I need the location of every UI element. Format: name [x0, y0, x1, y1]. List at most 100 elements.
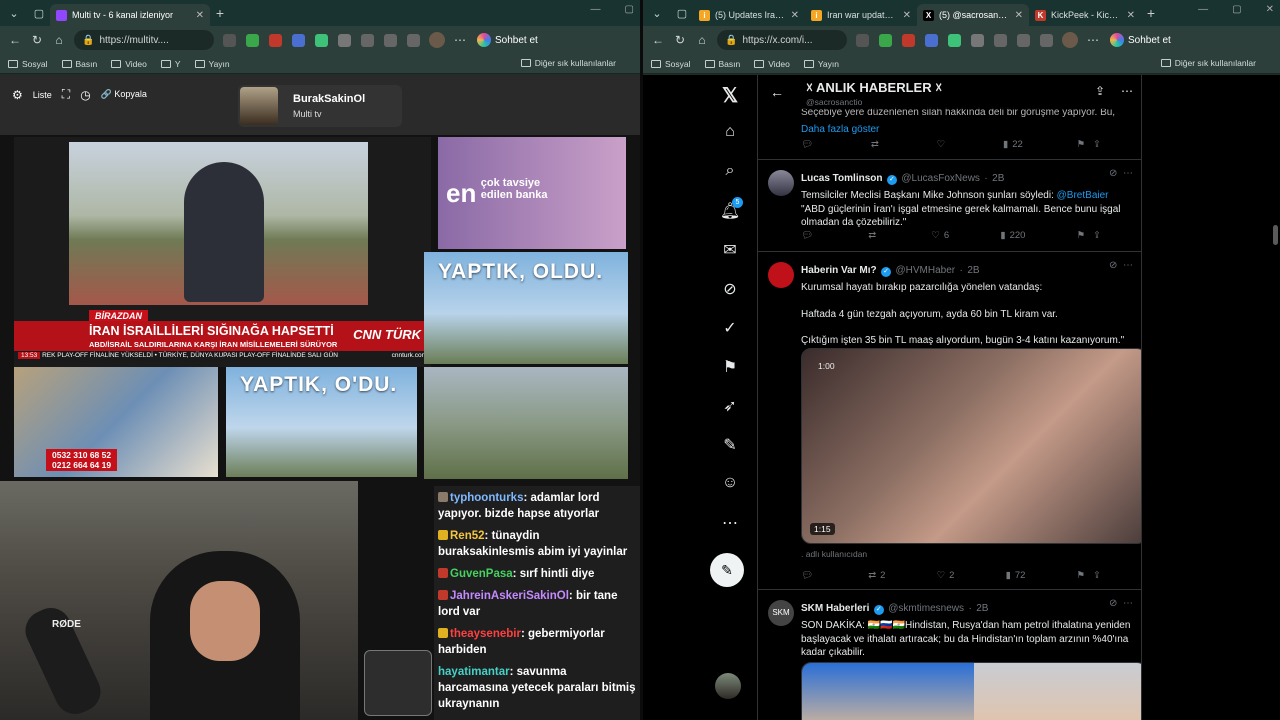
x-logo-icon[interactable]: 𝕏 — [719, 83, 741, 107]
tweet-haberin-var-mi[interactable]: Haberin Var Mı? ✓ @HVMHaber · 2B Kurumsa… — [758, 252, 1141, 590]
author-avatar[interactable] — [768, 262, 794, 288]
new-tab-button[interactable]: + — [210, 5, 230, 21]
workspaces-icon[interactable]: ▢ — [671, 2, 693, 24]
scrollbar-thumb[interactable] — [1273, 225, 1278, 245]
show-more-link[interactable]: Daha fazla göster — [801, 123, 1134, 137]
compose-post-button[interactable]: ✎ — [710, 553, 744, 587]
tab-x-sacrosanctio[interactable]: X (5) @sacrosanctio/X ✕ — [917, 4, 1029, 26]
extension-icon[interactable] — [902, 33, 915, 47]
bookmark-folder-y[interactable]: Y — [160, 59, 181, 69]
extension-icon[interactable] — [879, 33, 892, 47]
address-bar[interactable]: 🔒 https://x.com/i... — [717, 30, 847, 50]
video-tile-city-cams[interactable] — [424, 367, 628, 479]
tab-actions-icon[interactable]: ⌄ — [3, 2, 25, 24]
tab-actions-icon[interactable]: ⌄ — [646, 2, 668, 24]
profile-avatar[interactable] — [1062, 32, 1078, 48]
settings-gear-icon[interactable]: ⚙ — [12, 88, 23, 102]
retweet-button[interactable]: ⇄ — [871, 139, 883, 150]
split-screen-icon[interactable] — [361, 33, 374, 47]
back-icon[interactable]: ← — [4, 33, 26, 47]
chat-username[interactable]: hayatimantar — [438, 666, 510, 678]
address-bar[interactable]: 🔒 https://multitv.... — [74, 30, 214, 50]
chat-username[interactable]: GuvenPasa — [450, 568, 513, 580]
tweet-lucas-tomlinson[interactable]: Lucas Tomlinson ✓ @LucasFoxNews · 2B Tem… — [758, 160, 1141, 252]
maximize-icon[interactable]: ▢ — [625, 4, 634, 15]
like-button[interactable]: ♡ 2 — [937, 570, 955, 581]
extension-icon[interactable] — [292, 33, 305, 47]
new-tab-button[interactable]: + — [1141, 5, 1161, 21]
bookmark-share[interactable]: ⚑ ⇪ — [1077, 570, 1101, 581]
split-screen-icon[interactable] — [994, 33, 1007, 47]
extension-icon[interactable] — [971, 33, 984, 47]
author-handle[interactable]: @LucasFoxNews — [901, 173, 980, 184]
tweet-time[interactable]: 2B — [992, 173, 1004, 184]
retweet-button[interactable]: ⇄ — [868, 230, 880, 241]
retweet-button[interactable]: ⇄ 2 — [868, 570, 885, 581]
bookmark-folder-video[interactable]: Video — [111, 59, 147, 69]
tab-multitv[interactable]: Multi tv - 6 kanal izleniyor ✕ — [50, 4, 210, 26]
share-icon[interactable]: ⇪ — [1095, 84, 1105, 98]
extension-icon[interactable] — [948, 33, 961, 47]
back-arrow-icon[interactable]: ← — [770, 84, 784, 100]
reload-icon[interactable]: ↻ — [26, 33, 48, 47]
video-tile-local-channel[interactable]: 0532 310 68 52 0212 664 64 19 — [14, 367, 218, 477]
back-icon[interactable]: ← — [647, 33, 669, 47]
bookmark-folder-video[interactable]: Video — [754, 59, 790, 69]
minimize-icon[interactable]: — — [591, 4, 601, 15]
close-tab-icon[interactable]: ✕ — [1015, 10, 1023, 21]
video-player[interactable]: 1:00 1:15 — [801, 348, 1141, 544]
copilot-chat-button[interactable]: Sohbet et — [477, 33, 538, 47]
more-options-icon[interactable]: ⋯ — [1121, 84, 1133, 98]
tweet-time[interactable]: 2B — [967, 265, 979, 276]
collections-icon[interactable] — [407, 33, 420, 47]
tweet-image[interactable] — [801, 662, 1141, 720]
author-name[interactable]: Haberin Var Mı? — [801, 265, 877, 276]
author-avatar[interactable] — [768, 170, 794, 196]
views-button[interactable]: ▮ 72 — [1006, 570, 1026, 581]
tweet-menu[interactable]: ⊘ ⋯ — [1109, 598, 1133, 609]
edit-list-icon[interactable]: ✎ — [719, 435, 741, 457]
chat-username[interactable]: Ren52 — [450, 530, 485, 542]
close-window-icon[interactable]: ✕ — [1266, 4, 1274, 15]
tab-iran-updates-1[interactable]: i (5) Updates Iran war ✕ — [693, 4, 805, 26]
like-button[interactable]: ♡ — [937, 139, 950, 150]
extension-icon[interactable] — [856, 33, 869, 47]
notifications-icon[interactable]: 🔔︎ 5 — [719, 197, 743, 223]
author-name[interactable]: Lucas Tomlinson — [801, 173, 883, 184]
home-icon[interactable]: ⌂ — [48, 33, 70, 47]
extension-icon[interactable] — [269, 33, 282, 47]
minimize-icon[interactable]: — — [1198, 4, 1208, 15]
close-tab-icon[interactable]: ✕ — [1127, 10, 1135, 21]
profile-icon[interactable]: ☺ — [719, 474, 741, 496]
extension-icon[interactable] — [315, 33, 328, 47]
bookmark-folder-basin[interactable]: Basın — [704, 59, 740, 69]
verified-icon[interactable]: ✓ — [719, 318, 741, 340]
maximize-icon[interactable]: ▢ — [1232, 4, 1241, 15]
bookmark-share[interactable]: ⚑ ⇪ — [1077, 139, 1101, 150]
home-icon[interactable]: ⌂ — [719, 123, 741, 145]
more-menu-icon[interactable]: ⋯ — [1082, 33, 1104, 47]
extension-icon[interactable] — [925, 33, 938, 47]
more-icon[interactable]: ⋯ — [719, 513, 741, 535]
bookmark-folder-yayin[interactable]: Yayın — [194, 59, 230, 69]
other-bookmarks[interactable]: Diğer sık kullanılanlar — [520, 58, 616, 68]
more-menu-icon[interactable]: ⋯ — [449, 33, 471, 47]
views-button[interactable]: ▮ 22 — [1003, 139, 1023, 150]
author-handle[interactable]: @skmtimesnews — [888, 603, 964, 614]
extension-icon[interactable] — [223, 33, 236, 47]
video-tile-cnn-turk[interactable]: BİRAZDAN İRAN İSRAİLLİLERİ SIĞINAĞA HAPS… — [14, 137, 431, 367]
video-tile-bank-ad[interactable]: en çok tavsiye edilen banka — [438, 137, 626, 249]
author-handle[interactable]: @HVMHaber — [895, 265, 955, 276]
rocket-icon[interactable]: ➶ — [719, 396, 741, 418]
tab-iran-updates-2[interactable]: i Iran war updates: US ✕ — [805, 4, 917, 26]
tweet-time[interactable]: 2B — [976, 603, 988, 614]
refresh-icon[interactable]: ◷ — [80, 88, 90, 102]
mention-link[interactable]: @BretBaier — [1057, 190, 1109, 201]
home-icon[interactable]: ⌂ — [691, 33, 713, 47]
close-tab-icon[interactable]: ✕ — [196, 10, 204, 21]
close-tab-icon[interactable]: ✕ — [791, 10, 799, 21]
copilot-chat-button[interactable]: Sohbet et — [1110, 33, 1171, 47]
other-bookmarks[interactable]: Diğer sık kullanılanlar — [1160, 58, 1256, 68]
bookmark-folder-yayin[interactable]: Yayın — [803, 59, 839, 69]
tweet-skm-haberleri[interactable]: SKM SKM Haberleri ✓ @skmtimesnews · 2B S… — [758, 590, 1141, 720]
